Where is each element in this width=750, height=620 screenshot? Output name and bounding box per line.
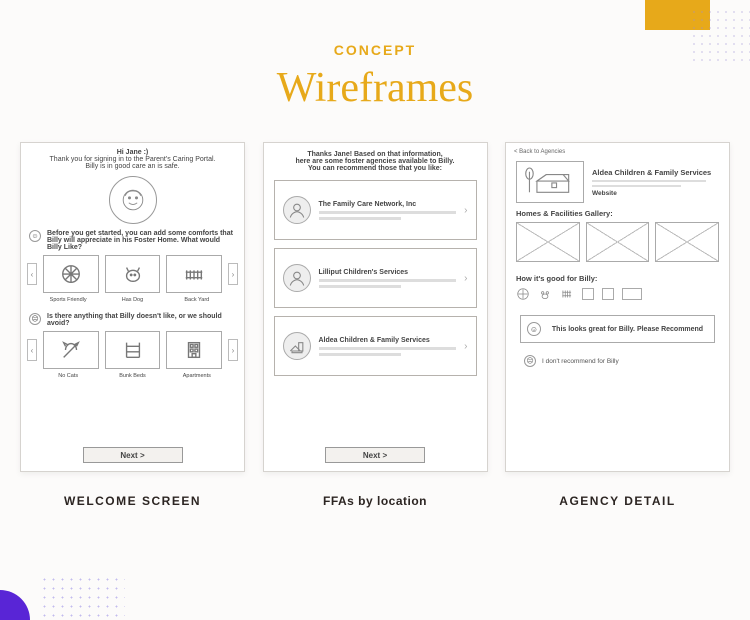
decor-dots-bottom-left — [40, 575, 125, 620]
feature-box — [582, 288, 594, 300]
agency-detail-frame: < Back to Agencies Aldea Children & Fami… — [505, 142, 730, 472]
wireframe-caption: FFAs by location — [323, 494, 427, 508]
question-text: Before you get started, you can add some… — [47, 230, 236, 251]
wireframes-row: Hi Jane :) Thank you for signing in to t… — [0, 112, 750, 508]
gallery-heading: Homes & Facilities Gallery: — [516, 209, 719, 218]
recommend-label: This looks great for Billy. Please Recom… — [547, 326, 708, 333]
intro-line: Thanks Jane! Based on that information, — [276, 151, 475, 158]
next-arrow-icon[interactable]: › — [228, 263, 238, 285]
dont-recommend-link[interactable]: ☹ I don't recommend for Billy — [506, 351, 729, 371]
gallery-image-placeholder[interactable] — [586, 222, 650, 262]
chevron-right-icon: › — [464, 205, 467, 216]
wireframe-ffas: Thanks Jane! Based on that information, … — [263, 142, 488, 508]
greeting-line: Billy is in good care an is safe. — [31, 163, 234, 170]
goodfor-heading: How it's good for Billy: — [516, 274, 719, 283]
tile-bunk-beds[interactable] — [105, 331, 161, 369]
tile-sports[interactable] — [43, 255, 99, 293]
question-1: ☺ Before you get started, you can add so… — [21, 230, 244, 251]
chevron-right-icon: › — [464, 341, 467, 352]
frown-icon: ☹ — [524, 355, 536, 367]
agency-card[interactable]: The Family Care Network, Inc › — [274, 180, 477, 240]
ffas-frame: Thanks Jane! Based on that information, … — [263, 142, 488, 472]
question-text: Is there anything that Billy doesn't lik… — [47, 313, 236, 327]
greeting-line: Thank you for signing in to the Parent's… — [31, 156, 234, 163]
agency-hero-image-icon — [516, 161, 584, 203]
dont-recommend-label: I don't recommend for Billy — [542, 358, 619, 365]
next-button[interactable]: Next > — [83, 447, 183, 463]
agency-title: Aldea Children & Family Services — [592, 168, 719, 177]
question-icon: ☺ — [29, 230, 41, 242]
feature-box — [622, 288, 642, 300]
tile-label: Sports Friendly — [39, 297, 97, 303]
wireframe-caption: WELCOME SCREEN — [64, 494, 201, 508]
tile-label: Has Dog — [103, 297, 161, 303]
welcome-frame: Hi Jane :) Thank you for signing in to t… — [20, 142, 245, 472]
back-link[interactable]: < Back to Agencies — [506, 143, 729, 161]
tile-backyard[interactable] — [166, 255, 222, 293]
intro-line: You can recommend those that you like: — [276, 165, 475, 172]
greeting-line: Hi Jane :) — [31, 149, 234, 156]
website-link[interactable]: Website — [592, 190, 719, 197]
pet-icon — [538, 287, 552, 301]
tile-label: Back Yard — [168, 297, 226, 303]
agency-card[interactable]: Aldea Children & Family Services › — [274, 316, 477, 376]
tile-labels: No Cats Bunk Beds Apartments — [21, 373, 244, 379]
decor-purple-corner — [0, 590, 30, 620]
tile-label: Apartments — [168, 373, 226, 379]
sports-icon — [516, 287, 530, 301]
tile-apartments[interactable] — [166, 331, 222, 369]
next-button[interactable]: Next > — [325, 447, 425, 463]
goodfor-icons — [516, 287, 719, 301]
header-eyebrow: CONCEPT — [0, 42, 750, 58]
agency-card[interactable]: Lilliput Children's Services › — [274, 248, 477, 308]
tile-no-cats[interactable] — [43, 331, 99, 369]
gallery-image-placeholder[interactable] — [655, 222, 719, 262]
chevron-right-icon: › — [464, 273, 467, 284]
agency-name: Aldea Children & Family Services — [319, 337, 457, 344]
wireframe-welcome: Hi Jane :) Thank you for signing in to t… — [20, 142, 245, 508]
smile-icon: ☺ — [527, 322, 541, 336]
page-header: CONCEPT Wireframes — [0, 0, 750, 112]
agency-thumb-icon — [283, 332, 311, 360]
fence-icon — [560, 287, 574, 301]
child-avatar-icon — [109, 176, 157, 224]
agency-name: Lilliput Children's Services — [319, 269, 457, 276]
tile-label: Bunk Beds — [103, 373, 161, 379]
agency-name: The Family Care Network, Inc — [319, 201, 457, 208]
agency-thumb-icon — [283, 196, 311, 224]
gallery-image-placeholder[interactable] — [516, 222, 580, 262]
question-2: ☹ Is there anything that Billy doesn't l… — [21, 313, 244, 327]
wireframe-agency-detail: < Back to Agencies Aldea Children & Fami… — [505, 142, 730, 508]
agency-thumb-icon — [283, 264, 311, 292]
tile-labels: Sports Friendly Has Dog Back Yard — [21, 297, 244, 303]
prev-arrow-icon[interactable]: ‹ — [27, 339, 37, 361]
comforts-tiles: ‹ › — [21, 251, 244, 297]
next-arrow-icon[interactable]: › — [228, 339, 238, 361]
recommend-button[interactable]: ☺ This looks great for Billy. Please Rec… — [520, 315, 715, 343]
header-title: Wireframes — [0, 64, 750, 112]
wireframe-caption: AGENCY DETAIL — [559, 494, 675, 508]
question-icon: ☹ — [29, 313, 41, 325]
feature-box — [602, 288, 614, 300]
tile-dog[interactable] — [105, 255, 161, 293]
decor-dots-top-right — [690, 8, 750, 63]
avoid-tiles: ‹ › — [21, 327, 244, 373]
intro-line: here are some foster agencies available … — [276, 158, 475, 165]
prev-arrow-icon[interactable]: ‹ — [27, 263, 37, 285]
tile-label: No Cats — [39, 373, 97, 379]
